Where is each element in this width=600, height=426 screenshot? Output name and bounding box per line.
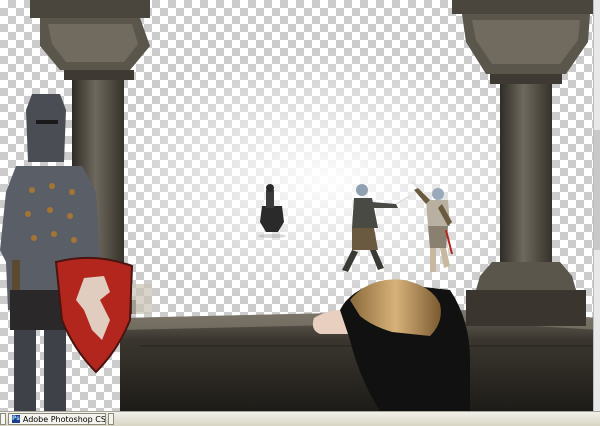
taskbar-scroll-right-button[interactable] — [108, 413, 114, 425]
taskbar: Ps Adobe Photoshop CS4 - — [0, 411, 600, 426]
scrollbar-thumb[interactable] — [594, 130, 600, 250]
taskbar-button-photoshop[interactable]: Ps Adobe Photoshop CS4 - — [8, 413, 106, 425]
vertical-scrollbar[interactable] — [593, 0, 600, 411]
document-canvas[interactable] — [0, 0, 600, 411]
taskbar-scroll-left-button[interactable] — [0, 413, 6, 425]
taskbar-button-label: Adobe Photoshop CS4 - — [22, 414, 106, 424]
artwork-scene — [0, 0, 600, 411]
photoshop-icon: Ps — [12, 415, 20, 423]
